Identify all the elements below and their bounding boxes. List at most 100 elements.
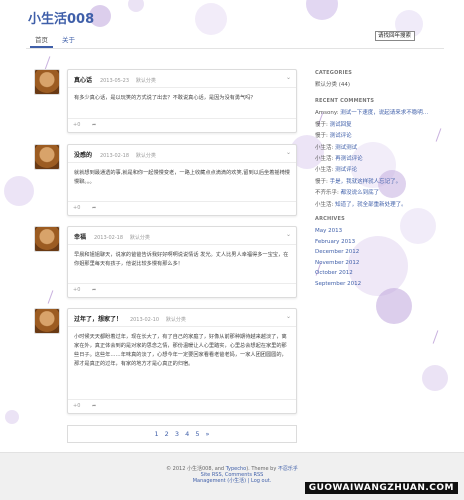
post-title[interactable]: 真心话 — [74, 77, 92, 84]
comment-author: 小生活: — [315, 167, 334, 174]
comment-link[interactable]: 知道了，就全部重新处理了。 — [335, 202, 407, 208]
comment-count[interactable]: +0 — [73, 122, 80, 128]
page-link[interactable]: 5 — [195, 430, 199, 438]
tab-home[interactable]: 首页 — [30, 35, 53, 48]
post-card: 幸福 2013-02-18 默认分类 ⌄ 早晨和姐姐聊天，说家的爸爸告诉我好好啊… — [67, 226, 297, 298]
footer-copyright: © 2012 小生活008, and — [166, 466, 225, 472]
watermark: GUOWAIWANGZHUAN.COM — [304, 482, 458, 494]
avatar — [34, 226, 60, 252]
comment-link[interactable]: 都没说么到底了 — [341, 190, 380, 196]
site-title-number: 008 — [67, 12, 95, 27]
category-count: (44) — [338, 82, 351, 88]
theme-author-link[interactable]: 不忍乐乎 — [278, 466, 298, 472]
comment-link[interactable]: 再测试评论 — [335, 156, 363, 162]
comment-item: Amsony: 测试一下速度，说起请来求不稳明… — [315, 108, 445, 119]
comment-link[interactable]: 测试评论 — [330, 133, 352, 139]
comment-item: 慢于: 测试评论 — [315, 131, 445, 142]
post-body: 就就想到最通透的事,就是和你一起慢慢变老，一路上收藏点点滴滴的欢笑,留到以后坐着… — [74, 170, 290, 185]
archive-link[interactable]: May 2013 — [315, 226, 445, 237]
site-title-text: 小生活 — [28, 12, 68, 27]
comment-author: 小生活: — [315, 156, 334, 163]
streak-decoration — [47, 290, 54, 304]
chevron-down-icon[interactable]: ⌄ — [286, 313, 291, 320]
bubble-decoration — [195, 3, 227, 35]
footer-theme-label: ). Theme by — [246, 466, 277, 472]
bubble-decoration — [128, 0, 144, 12]
comment-count[interactable]: +0 — [73, 205, 80, 211]
comment-item: 小生活: 知道了，就全部重新处理了。 — [315, 200, 445, 211]
post-card: 过年了，想家了！ 2013-02-10 默认分类 ⌄ 小时候天天都盼着过年，现在… — [67, 308, 297, 414]
archive-link[interactable]: September 2012 — [315, 279, 445, 290]
comment-author: 慢于: — [315, 133, 328, 140]
streak-decoration — [44, 56, 51, 70]
archive-link[interactable]: November 2012 — [315, 258, 445, 269]
post-title[interactable]: 过年了，想家了！ — [74, 316, 122, 323]
comment-item: 小生活: 测试评论 — [315, 165, 445, 176]
bubble-decoration — [4, 176, 34, 206]
comment-author: 慢于: — [315, 178, 328, 185]
post-date: 2013-02-10 — [129, 317, 159, 323]
post-header: 没感的 2013-02-18 默认分类 ⌄ — [68, 145, 296, 163]
bubble-decoration — [376, 288, 412, 324]
comment-item: 小生活: 测试测试 — [315, 143, 445, 154]
tab-about[interactable]: 关于 — [57, 35, 80, 48]
comment-item: 慢于: 手是，我就这样就人忘记了。 — [315, 177, 445, 188]
archive-link[interactable]: February 2013 — [315, 237, 445, 248]
bubble-decoration — [5, 410, 19, 424]
share-icon[interactable]: ➦ — [92, 205, 96, 211]
comment-item: 不齐乐乎: 都没说么到底了 — [315, 188, 445, 199]
comment-author: 不齐乐乎: — [315, 190, 339, 197]
avatar — [34, 144, 60, 170]
recent-comments-heading: RECENT COMMENTS — [315, 98, 375, 105]
post-footer: +0 ➦ — [68, 283, 296, 297]
post-date: 2013-02-18 — [99, 153, 129, 159]
archives-heading: ARCHIVES — [315, 216, 345, 223]
comment-link[interactable]: 测试测试 — [335, 145, 357, 151]
post-footer: +0 ➦ — [68, 118, 296, 132]
chevron-down-icon[interactable]: ⌄ — [286, 149, 291, 156]
pagination: 1 2 3 4 5 » — [67, 425, 297, 443]
chevron-down-icon[interactable]: ⌄ — [286, 74, 291, 81]
comment-link[interactable]: 测试一下速度，说起请来求不稳明… — [340, 110, 428, 116]
comment-item: 小生活: 再测试评论 — [315, 154, 445, 165]
category-name[interactable]: 默认分类 — [315, 82, 337, 88]
page-link[interactable]: 2 — [165, 430, 169, 438]
sidebar: CATEGORIES 默认分类 (44) RECENT COMMENTS Ams… — [315, 70, 445, 289]
page-link[interactable]: 4 — [185, 430, 189, 438]
comment-count[interactable]: +0 — [73, 287, 80, 293]
post-body: 有多少真心话，是以玩笑的方式说了出去？不敢说真心话，是因为没有勇气吗？ — [74, 95, 256, 101]
archive-link[interactable]: December 2012 — [315, 247, 445, 258]
post-title[interactable]: 幸福 — [74, 234, 86, 241]
post-category[interactable]: 默认分类 — [136, 153, 156, 159]
post-header: 幸福 2013-02-18 默认分类 ⌄ — [68, 227, 296, 245]
post-category[interactable]: 默认分类 — [130, 235, 150, 241]
post-date: 2013-02-18 — [93, 235, 123, 241]
comment-link[interactable]: 测试回复 — [330, 122, 352, 128]
comment-author: Amsony: — [315, 110, 339, 117]
share-icon[interactable]: ➦ — [92, 403, 96, 409]
comment-author: 慢于: — [315, 121, 328, 128]
page-link[interactable]: 3 — [175, 430, 179, 438]
chevron-down-icon[interactable]: ⌄ — [286, 231, 291, 238]
post-category[interactable]: 默认分类 — [166, 317, 186, 323]
search-button[interactable]: 请找回年搜索 — [375, 31, 415, 41]
page-link[interactable]: 1 — [154, 430, 158, 438]
post-card: 没感的 2013-02-18 默认分类 ⌄ 就就想到最通透的事,就是和你一起慢慢… — [67, 144, 297, 216]
categories-heading: CATEGORIES — [315, 70, 353, 76]
share-icon[interactable]: ➦ — [92, 122, 96, 128]
comment-link[interactable]: 手是，我就这样就人忘记了。 — [330, 179, 402, 185]
comment-count[interactable]: +0 — [73, 403, 80, 409]
archive-link[interactable]: October 2012 — [315, 268, 445, 279]
category-item[interactable]: 默认分类 (44) — [315, 80, 445, 91]
post-title[interactable]: 没感的 — [74, 152, 92, 159]
next-page-link[interactable]: » — [206, 430, 210, 438]
site-title[interactable]: 小生活008 — [28, 8, 94, 27]
share-icon[interactable]: ➦ — [92, 287, 96, 293]
streak-decoration — [432, 330, 439, 344]
post-footer: +0 ➦ — [68, 399, 296, 413]
comment-link[interactable]: 测试评论 — [335, 167, 357, 173]
post-header: 过年了，想家了！ 2013-02-10 默认分类 ⌄ — [68, 309, 296, 327]
post-category[interactable]: 默认分类 — [136, 78, 156, 84]
comment-author: 小生活: — [315, 144, 334, 151]
typecho-link[interactable]: Typecho — [226, 466, 246, 472]
